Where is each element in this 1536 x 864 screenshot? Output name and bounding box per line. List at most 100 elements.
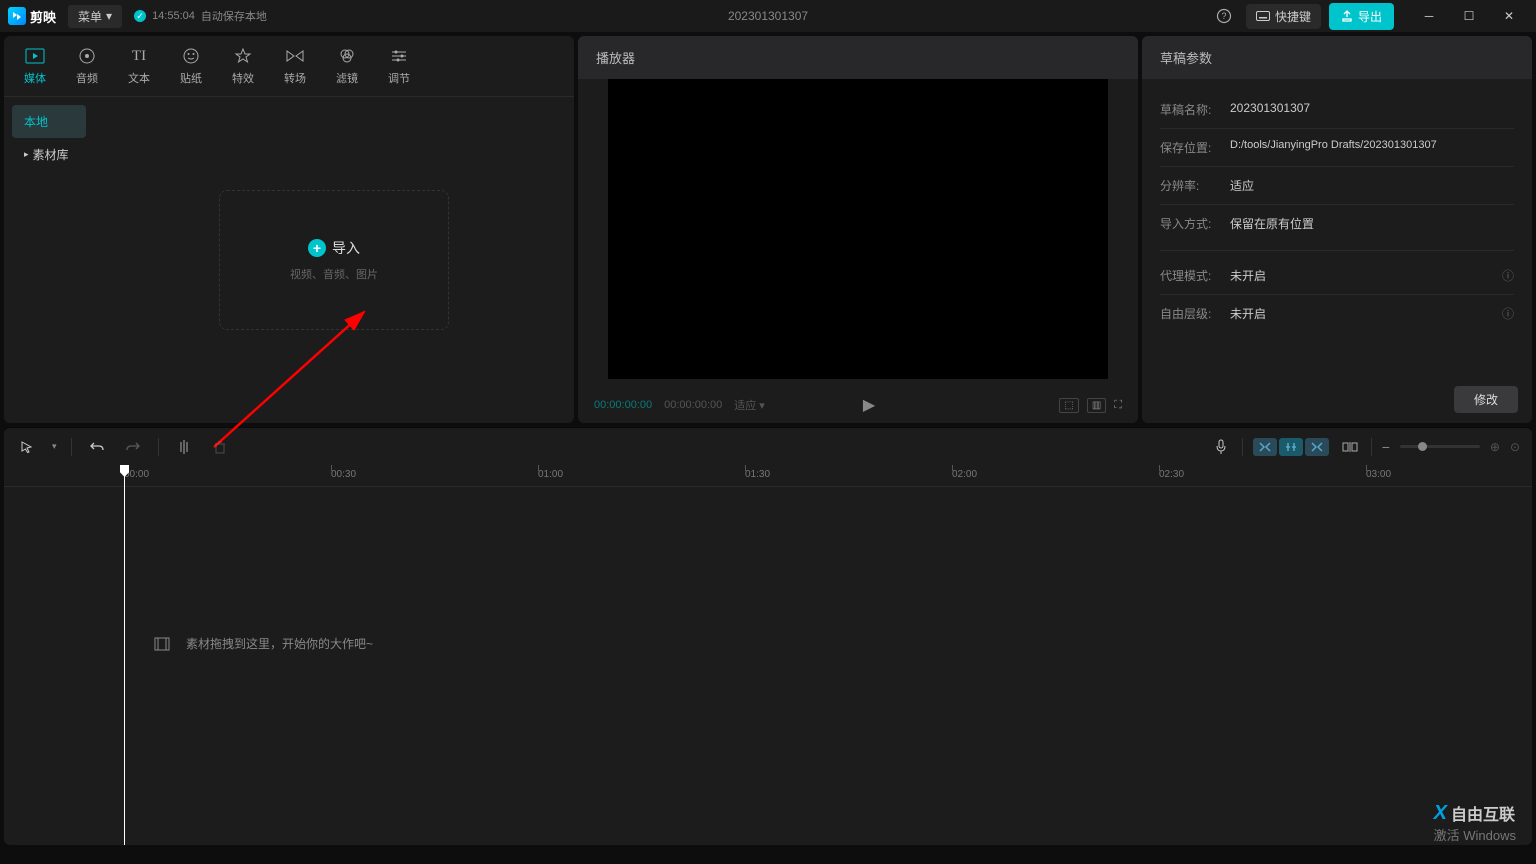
tab-sticker[interactable]: 贴纸: [168, 42, 214, 90]
pointer-tool[interactable]: [16, 436, 38, 458]
close-button[interactable]: ✕: [1490, 2, 1528, 30]
sidebar-item-label: 本地: [24, 113, 48, 130]
tab-audio[interactable]: 音频: [64, 42, 110, 90]
player-panel: 播放器 00:00:00:00 00:00:00:00 适应 ▾ ▶ ⬚ ▥ ⛶: [578, 36, 1138, 423]
media-icon: [25, 46, 45, 66]
fit-dropdown[interactable]: 适应 ▾: [734, 397, 765, 413]
tab-label: 转场: [284, 70, 306, 86]
ruler-tick: 03:00: [1366, 469, 1391, 480]
zoom-fit-button[interactable]: ⊙: [1510, 440, 1520, 454]
prop-label: 保存位置:: [1160, 139, 1230, 156]
tab-label: 贴纸: [180, 70, 202, 86]
prop-label: 代理模式:: [1160, 267, 1230, 284]
fullscreen-button[interactable]: ⛶: [1114, 399, 1122, 412]
prop-value: 未开启: [1230, 305, 1502, 322]
info-icon[interactable]: ⓘ: [1502, 305, 1514, 322]
adjust-icon: [389, 46, 409, 66]
mic-button[interactable]: [1210, 436, 1232, 458]
chevron-right-icon: ▸: [24, 149, 29, 160]
ratio-button[interactable]: ⬚: [1059, 398, 1078, 413]
check-icon: ✓: [134, 10, 146, 22]
export-button[interactable]: 导出: [1329, 3, 1394, 30]
playhead[interactable]: [124, 465, 125, 845]
player-controls: 00:00:00:00 00:00:00:00 适应 ▾ ▶ ⬚ ▥ ⛶: [578, 387, 1138, 423]
import-subtitle: 视频、音频、图片: [290, 266, 378, 282]
snap-button-3[interactable]: [1305, 438, 1329, 456]
zoom-out-button[interactable]: −: [1382, 439, 1390, 455]
tab-adjust[interactable]: 调节: [376, 42, 422, 90]
tab-label: 音频: [76, 70, 98, 86]
track-area[interactable]: 素材拖拽到这里，开始你的大作吧~: [4, 627, 1532, 660]
prop-row: 导入方式:保留在原有位置: [1160, 205, 1514, 242]
timeline-toolbar: ▾ − ⊕ ⊙: [4, 427, 1532, 465]
prop-value: D:/tools/JianyingPro Drafts/202301301307: [1230, 139, 1514, 156]
import-area: + 导入 视频、音频、图片: [94, 97, 574, 423]
sticker-icon: [181, 46, 201, 66]
ruler-tick: 00:30: [331, 469, 356, 480]
help-icon[interactable]: ?: [1210, 2, 1238, 30]
info-icon[interactable]: ⓘ: [1502, 267, 1514, 284]
delete-button[interactable]: [209, 436, 231, 458]
sidebar-item-library[interactable]: ▸ 素材库: [12, 138, 86, 171]
media-sidebar: 本地 ▸ 素材库: [4, 97, 94, 423]
sidebar-item-label: 素材库: [33, 146, 69, 163]
tab-transition[interactable]: 转场: [272, 42, 318, 90]
filter-icon: [337, 46, 357, 66]
export-icon: [1341, 10, 1353, 22]
time-current: 00:00:00:00: [594, 399, 652, 411]
draft-title: 草稿参数: [1142, 36, 1532, 79]
split-button[interactable]: [173, 436, 195, 458]
maximize-button[interactable]: ☐: [1450, 2, 1488, 30]
chevron-down-icon[interactable]: ▾: [52, 441, 57, 452]
ruler-tick: 02:30: [1159, 469, 1184, 480]
app-logo: 剪映: [8, 7, 56, 26]
modify-button[interactable]: 修改: [1454, 386, 1518, 413]
autosave-status: ✓ 14:55:04 自动保存本地: [134, 8, 267, 24]
prop-label: 自由层级:: [1160, 305, 1230, 322]
prop-row: 保存位置:D:/tools/JianyingPro Drafts/2023013…: [1160, 129, 1514, 167]
logo-icon: [8, 7, 26, 25]
draft-panel: 草稿参数 草稿名称:202301301307 保存位置:D:/tools/Jia…: [1142, 36, 1532, 423]
audio-icon: [77, 46, 97, 66]
player-viewport[interactable]: [608, 79, 1108, 379]
shortcuts-button[interactable]: 快捷键: [1246, 4, 1321, 29]
preview-cut-button[interactable]: [1339, 436, 1361, 458]
tab-text[interactable]: TI文本: [116, 42, 162, 90]
import-button[interactable]: + 导入 视频、音频、图片: [219, 190, 449, 330]
zoom-slider[interactable]: [1400, 445, 1480, 448]
play-button[interactable]: ▶: [863, 395, 875, 415]
prop-label: 导入方式:: [1160, 215, 1230, 232]
film-icon: [154, 637, 170, 651]
redo-button[interactable]: [122, 436, 144, 458]
effect-icon: [233, 46, 253, 66]
transition-icon: [285, 46, 305, 66]
shortcuts-label: 快捷键: [1275, 8, 1311, 25]
prop-row: 草稿名称:202301301307: [1160, 91, 1514, 129]
tab-effect[interactable]: 特效: [220, 42, 266, 90]
snap-button-2[interactable]: [1279, 438, 1303, 456]
tab-label: 滤镜: [336, 70, 358, 86]
project-title: 202301301307: [728, 9, 808, 23]
tab-label: 媒体: [24, 70, 46, 86]
menu-button[interactable]: 菜单 ▾: [68, 5, 122, 28]
player-title: 播放器: [578, 36, 1138, 79]
prop-label: 分辨率:: [1160, 177, 1230, 194]
tab-label: 调节: [388, 70, 410, 86]
minimize-button[interactable]: ─: [1410, 2, 1448, 30]
media-panel: 媒体 音频 TI文本 贴纸 特效 转场 滤镜 调节 本地 ▸ 素材库 + 导入 视…: [4, 36, 574, 423]
keyboard-icon: [1256, 11, 1270, 21]
compare-button[interactable]: ▥: [1087, 398, 1106, 413]
tab-media[interactable]: 媒体: [12, 42, 58, 90]
ruler-tick: 02:00: [952, 469, 977, 480]
zoom-in-button[interactable]: ⊕: [1490, 440, 1500, 454]
timeline[interactable]: 00:00 00:30 01:00 01:30 02:00 02:30 03:0…: [4, 465, 1532, 845]
tab-filter[interactable]: 滤镜: [324, 42, 370, 90]
snap-button-1[interactable]: [1253, 438, 1277, 456]
timeline-ruler[interactable]: 00:00 00:30 01:00 01:30 02:00 02:30 03:0…: [4, 465, 1532, 487]
sidebar-item-local[interactable]: 本地: [12, 105, 86, 138]
undo-button[interactable]: [86, 436, 108, 458]
prop-value: 202301301307: [1230, 101, 1514, 118]
prop-label: 草稿名称:: [1160, 101, 1230, 118]
ruler-tick: 01:00: [538, 469, 563, 480]
prop-value: 未开启: [1230, 267, 1502, 284]
